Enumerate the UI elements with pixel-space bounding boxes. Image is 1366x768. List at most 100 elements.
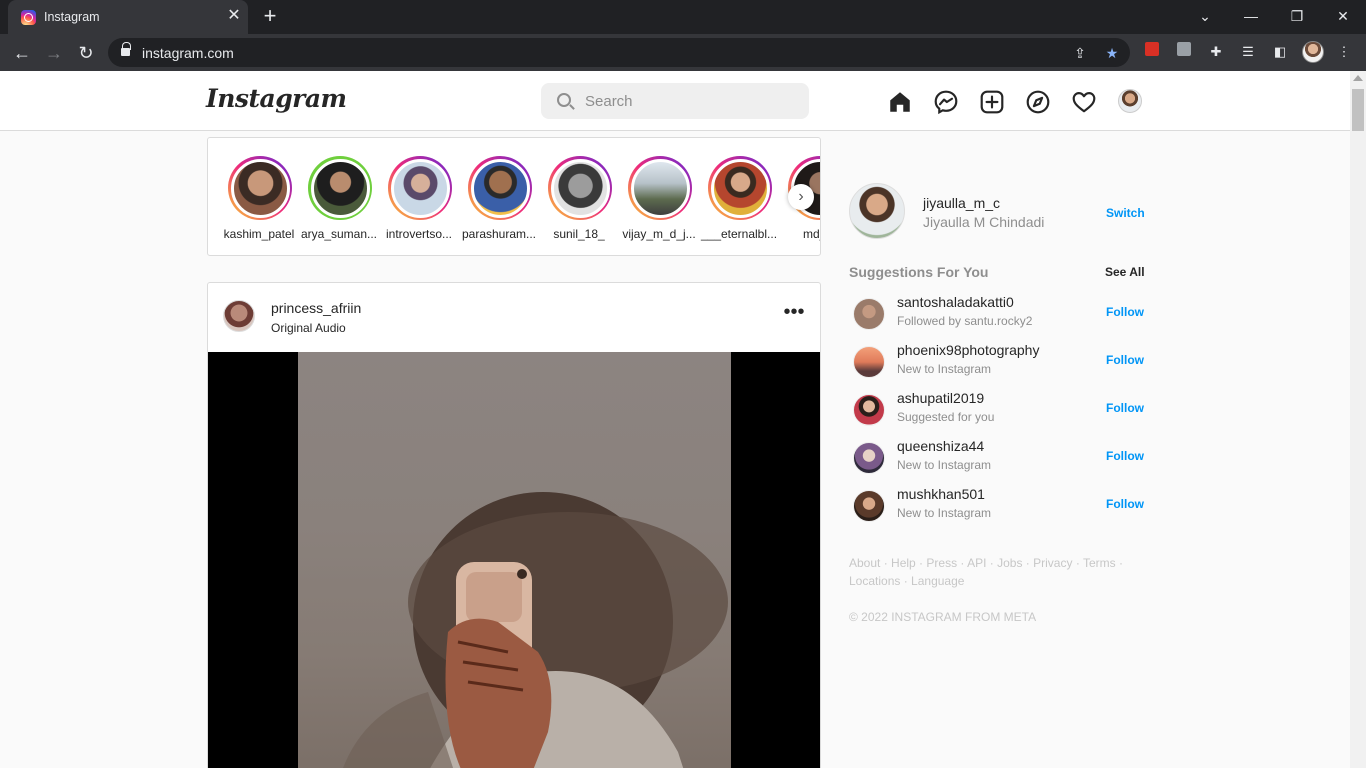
media-queue-icon[interactable]: ☰	[1238, 42, 1258, 62]
tab-search-icon[interactable]: ⌄	[1193, 5, 1217, 27]
back-arrow-icon[interactable]: ←	[10, 41, 34, 65]
browser-toolbar: ← → ↻ instagram.com ⇪ ★ ✚ ☰ ◧ ⋮	[0, 34, 1366, 71]
story-ring	[228, 156, 292, 220]
suggestion-username[interactable]: mushkhan501	[897, 486, 985, 502]
instagram-favicon-icon	[21, 10, 36, 25]
new-post-icon[interactable]	[979, 89, 1005, 115]
post-author-avatar[interactable]	[223, 300, 255, 332]
see-all-button[interactable]: See All	[1105, 265, 1145, 279]
story-item[interactable]: ___eternalbl...	[699, 156, 779, 246]
browser-tab[interactable]: Instagram ✕	[8, 0, 248, 34]
instagram-logo[interactable]: Instagram	[206, 84, 347, 113]
page-scrollbar[interactable]	[1350, 71, 1366, 768]
home-icon[interactable]	[887, 89, 913, 115]
suggestion-subtitle: New to Instagram	[897, 362, 992, 376]
suggestion-row: queenshiza44 New to Instagram Follow	[849, 438, 1144, 478]
share-icon[interactable]: ⇪	[1070, 43, 1090, 63]
suggestion-username[interactable]: ashupatil2019	[897, 390, 984, 406]
story-item[interactable]: parashuram...	[459, 156, 539, 246]
scrollbar-thumb[interactable]	[1352, 89, 1364, 131]
footer-link-about[interactable]: About	[849, 556, 880, 570]
suggestion-subtitle: Suggested for you	[897, 410, 995, 424]
extension-grey-icon[interactable]	[1174, 42, 1194, 62]
story-avatar	[230, 158, 290, 218]
story-ring	[308, 156, 372, 220]
footer-link-locations[interactable]: Locations	[849, 574, 900, 588]
scroll-up-arrow-icon[interactable]	[1353, 75, 1363, 81]
search-box[interactable]	[541, 83, 809, 119]
switch-account-button[interactable]: Switch	[1106, 206, 1145, 220]
story-ring	[468, 156, 532, 220]
footer-link-terms[interactable]: Terms	[1083, 556, 1116, 570]
story-item[interactable]: introvertso...	[379, 156, 459, 246]
minimize-icon[interactable]: —	[1239, 5, 1263, 27]
follow-button[interactable]: Follow	[1106, 401, 1144, 415]
heart-icon[interactable]	[1071, 89, 1097, 115]
side-panel-icon[interactable]: ◧	[1270, 42, 1290, 62]
close-tab-icon[interactable]: ✕	[225, 7, 243, 25]
lock-icon[interactable]	[121, 42, 131, 57]
more-options-icon[interactable]: •••	[783, 302, 805, 327]
story-username: md_si	[802, 227, 820, 241]
suggestions-title: Suggestions For You	[849, 264, 989, 280]
window-close-icon[interactable]: ✕	[1331, 5, 1355, 27]
story-item[interactable]: arya_suman...	[299, 156, 379, 246]
story-item[interactable]: vijay_m_d_j...	[619, 156, 699, 246]
suggestion-row: phoenix98photography New to Instagram Fo…	[849, 342, 1144, 382]
browser-tab-bar: Instagram ✕ + ⌄ — ❐ ✕	[0, 0, 1366, 34]
footer-link-privacy[interactable]: Privacy	[1033, 556, 1072, 570]
story-username: parashuram...	[461, 227, 537, 241]
url-text[interactable]: instagram.com	[142, 45, 234, 61]
story-ring	[548, 156, 612, 220]
footer-link-api[interactable]: API	[967, 556, 986, 570]
browser-profile-avatar[interactable]	[1302, 41, 1324, 63]
suggestion-avatar[interactable]	[853, 442, 885, 474]
suggestion-row: santoshaladakatti0 Followed by santu.roc…	[849, 294, 1144, 334]
follow-button[interactable]: Follow	[1106, 305, 1144, 319]
reload-icon[interactable]: ↻	[74, 41, 98, 65]
extension-red-icon[interactable]	[1142, 42, 1162, 62]
new-tab-button[interactable]: +	[259, 5, 281, 27]
restore-icon[interactable]: ❐	[1285, 5, 1309, 27]
suggestion-username[interactable]: santoshaladakatti0	[897, 294, 1014, 310]
follow-button[interactable]: Follow	[1106, 497, 1144, 511]
story-avatar	[710, 158, 770, 218]
post-audio-label[interactable]: Original Audio	[271, 321, 346, 335]
instagram-header: Instagram	[0, 71, 1350, 131]
follow-button[interactable]: Follow	[1106, 353, 1144, 367]
post-username[interactable]: princess_afriin	[271, 300, 361, 316]
extensions-puzzle-icon[interactable]: ✚	[1206, 42, 1226, 62]
post-video[interactable]	[208, 352, 820, 768]
footer-links: About · Help · Press · API · Jobs · Priv…	[849, 556, 1123, 588]
profile-avatar-icon[interactable]	[1118, 89, 1142, 113]
footer-link-language[interactable]: Language	[911, 574, 964, 588]
suggestion-username[interactable]: phoenix98photography	[897, 342, 1039, 358]
footer-link-help[interactable]: Help	[891, 556, 916, 570]
follow-button[interactable]: Follow	[1106, 449, 1144, 463]
browser-menu-icon[interactable]: ⋮	[1334, 42, 1354, 62]
suggestion-row: ashupatil2019 Suggested for you Follow	[849, 390, 1144, 430]
footer-link-press[interactable]: Press	[926, 556, 957, 570]
forward-arrow-icon[interactable]: →	[42, 41, 66, 65]
suggestion-avatar[interactable]	[853, 346, 885, 378]
stories-next-button[interactable]: ›	[788, 184, 814, 210]
address-bar[interactable]: instagram.com ⇪ ★	[108, 38, 1130, 67]
suggestion-username[interactable]: queenshiza44	[897, 438, 984, 454]
story-avatar	[470, 158, 530, 218]
search-input[interactable]	[585, 83, 795, 119]
suggestion-avatar[interactable]	[853, 490, 885, 522]
current-user-avatar[interactable]	[849, 183, 905, 239]
story-item[interactable]: sunil_18_	[539, 156, 619, 246]
suggestion-avatar[interactable]	[853, 298, 885, 330]
explore-icon[interactable]	[1025, 89, 1051, 115]
suggestion-avatar[interactable]	[853, 394, 885, 426]
footer-link-jobs[interactable]: Jobs	[997, 556, 1022, 570]
bookmark-star-icon[interactable]: ★	[1102, 43, 1122, 63]
messenger-icon[interactable]	[933, 89, 959, 115]
story-avatar	[550, 158, 610, 218]
story-username: arya_suman...	[300, 227, 378, 241]
story-avatar	[310, 158, 370, 218]
story-item[interactable]: kashim_patel	[219, 156, 299, 246]
current-username[interactable]: jiyaulla_m_c	[923, 195, 1000, 211]
feed-post: princess_afriin Original Audio •••	[207, 282, 821, 768]
